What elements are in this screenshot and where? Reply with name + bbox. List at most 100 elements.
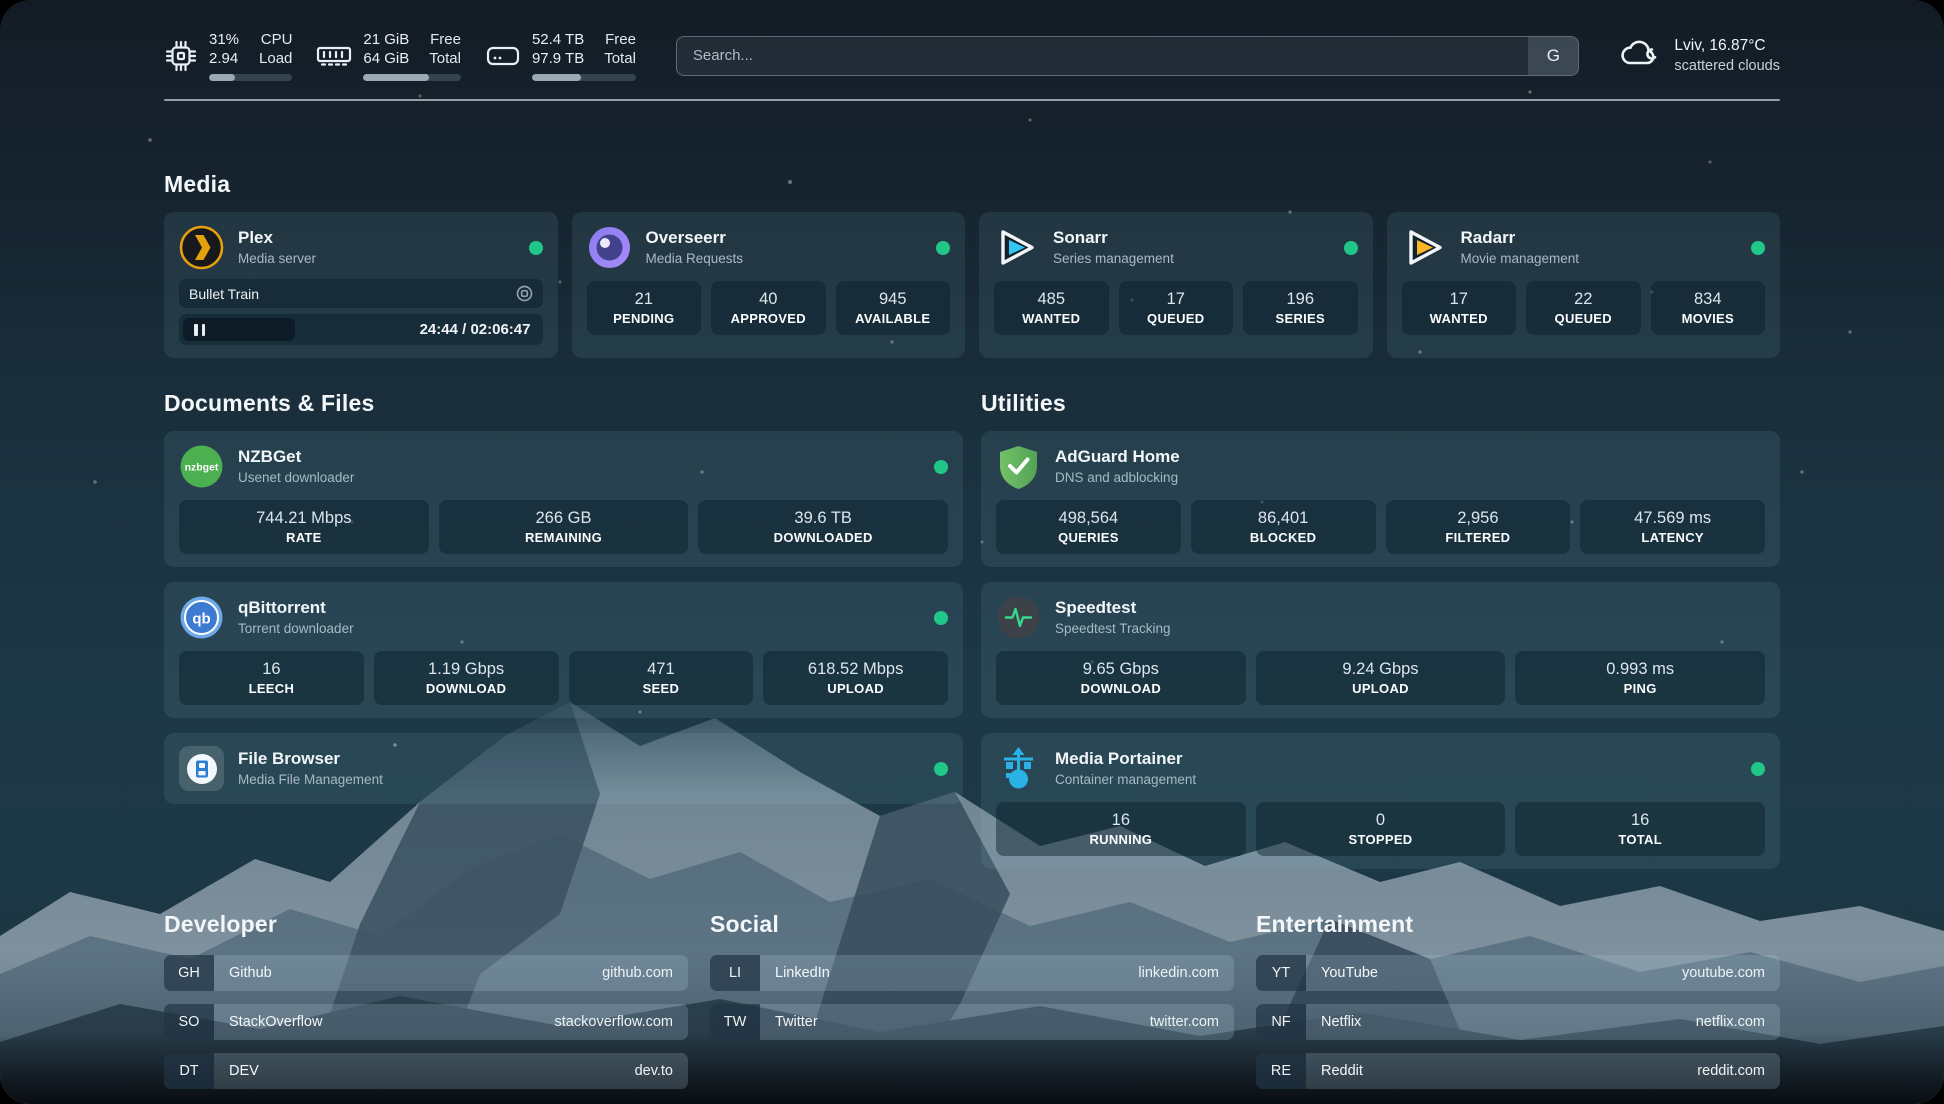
stat-ping: 0.993 ms PING — [1515, 651, 1765, 705]
disk-free-value: 52.4 TB — [532, 30, 584, 49]
bookmark-url: stackoverflow.com — [555, 1014, 688, 1030]
service-subtitle: DNS and adblocking — [1055, 469, 1180, 486]
bookmark-youtube[interactable]: YT YouTube youtube.com — [1256, 955, 1780, 991]
svg-text:qb: qb — [192, 611, 210, 628]
bookmark-abbr: SO — [164, 1004, 214, 1040]
stat-blocked: 86,401 BLOCKED — [1191, 500, 1376, 554]
bookmark-group-title: Social — [710, 911, 1234, 938]
svg-text:nzbget: nzbget — [185, 462, 219, 474]
section-title-utilities: Utilities — [981, 390, 1780, 417]
section-title-documents: Documents & Files — [164, 390, 963, 417]
memory-label-top: Free — [430, 30, 461, 49]
service-name: Plex — [238, 228, 316, 248]
dashboard-screen: 31% 2.94 CPU Load — [0, 0, 1944, 1104]
stat-queued: 17 QUEUED — [1119, 281, 1234, 335]
bookmark-abbr: YT — [1256, 955, 1306, 991]
service-card-portainer[interactable]: Media Portainer Container management 16 … — [981, 733, 1780, 869]
stat-queued: 22 QUEUED — [1526, 281, 1641, 335]
utilities-column: Utilities — [981, 390, 1780, 869]
status-dot — [529, 241, 543, 255]
adguard-shield-icon — [996, 444, 1041, 489]
bookmark-group-entertainment: Entertainment YT YouTube youtube.com NF … — [1256, 911, 1780, 1102]
service-name: NZBGet — [238, 447, 354, 467]
bookmark-abbr: NF — [1256, 1004, 1306, 1040]
bookmark-name: DEV — [214, 1063, 259, 1079]
cloud-icon — [1619, 36, 1661, 75]
service-name: Sonarr — [1053, 228, 1174, 248]
search-input[interactable] — [676, 36, 1580, 76]
bookmark-name: Twitter — [760, 1014, 818, 1030]
service-card-speedtest[interactable]: Speedtest Speedtest Tracking 9.65 Gbps D… — [981, 582, 1780, 718]
bookmark-netflix[interactable]: NF Netflix netflix.com — [1256, 1004, 1780, 1040]
bookmark-name: LinkedIn — [760, 965, 830, 981]
service-name: AdGuard Home — [1055, 447, 1180, 467]
overseerr-logo-icon — [587, 225, 632, 270]
status-dot — [1751, 762, 1765, 776]
memory-free-value: 21 GiB — [363, 30, 409, 49]
portainer-logo-icon — [996, 746, 1041, 791]
stat-download: 9.65 Gbps DOWNLOAD — [996, 651, 1246, 705]
search-bar: G — [676, 36, 1580, 76]
bookmark-abbr: DT — [164, 1053, 214, 1089]
service-card-nzbget[interactable]: nzbget NZBGet Usenet downloader 74 — [164, 431, 963, 567]
stat-total: 16 TOTAL — [1515, 802, 1765, 856]
ram-icon — [316, 43, 352, 69]
stat-downloaded: 39.6 TB DOWNLOADED — [698, 500, 948, 554]
filebrowser-logo-icon — [179, 746, 224, 791]
memory-monitor: 21 GiB 64 GiB Free Total — [316, 30, 461, 81]
service-subtitle: Media Requests — [646, 250, 744, 267]
stat-movies: 834 MOVIES — [1651, 281, 1766, 335]
bookmark-group-developer: Developer GH Github github.com SO StackO… — [164, 911, 688, 1102]
bookmark-abbr: GH — [164, 955, 214, 991]
bookmark-twitter[interactable]: TW Twitter twitter.com — [710, 1004, 1234, 1040]
cpu-label-bottom: Load — [259, 49, 292, 68]
bookmark-github[interactable]: GH Github github.com — [164, 955, 688, 991]
disk-label-bottom: Total — [604, 49, 636, 68]
weather-condition: scattered clouds — [1674, 56, 1780, 76]
service-name: Overseerr — [646, 228, 744, 248]
google-search-button[interactable]: G — [1528, 37, 1578, 75]
status-dot — [936, 241, 950, 255]
service-card-plex[interactable]: Plex Media server Bullet Train — [164, 212, 558, 358]
stat-running: 16 RUNNING — [996, 802, 1246, 856]
bookmark-reddit[interactable]: RE Reddit reddit.com — [1256, 1053, 1780, 1089]
service-card-filebrowser[interactable]: File Browser Media File Management — [164, 733, 963, 804]
bookmark-linkedin[interactable]: LI LinkedIn linkedin.com — [710, 955, 1234, 991]
sonarr-logo-icon — [994, 225, 1039, 270]
bookmark-dev[interactable]: DT DEV dev.to — [164, 1053, 688, 1089]
stat-stopped: 0 STOPPED — [1256, 802, 1506, 856]
speedtest-pulse-icon — [996, 595, 1041, 640]
header-divider — [164, 99, 1780, 101]
pause-button[interactable] — [183, 318, 295, 341]
cpu-label-top: CPU — [261, 30, 293, 49]
service-subtitle: Container management — [1055, 771, 1196, 788]
top-bar: 31% 2.94 CPU Load — [164, 30, 1780, 81]
service-card-qbittorrent[interactable]: qb qBittorrent Torrent downloader — [164, 582, 963, 718]
media-grid: Plex Media server Bullet Train — [164, 212, 1780, 358]
section-title-media: Media — [164, 171, 1780, 198]
bookmark-stackoverflow[interactable]: SO StackOverflow stackoverflow.com — [164, 1004, 688, 1040]
stat-seed: 471 SEED — [569, 651, 754, 705]
bookmark-url: reddit.com — [1697, 1063, 1780, 1079]
playback-time: 24:44 / 02:06:47 — [420, 321, 531, 338]
stat-upload: 9.24 Gbps UPLOAD — [1256, 651, 1506, 705]
stat-series: 196 SERIES — [1243, 281, 1358, 335]
stat-latency: 47.569 ms LATENCY — [1580, 500, 1765, 554]
cpu-chip-icon — [164, 39, 198, 73]
bookmark-url: twitter.com — [1150, 1014, 1234, 1030]
now-playing-title: Bullet Train — [189, 286, 259, 302]
disk-progress-bar — [532, 74, 636, 81]
service-card-sonarr[interactable]: Sonarr Series management 485 WANTED 17 Q… — [979, 212, 1373, 358]
cpu-monitor: 31% 2.94 CPU Load — [164, 30, 292, 81]
bookmark-abbr: RE — [1256, 1053, 1306, 1089]
service-name: File Browser — [238, 749, 383, 769]
camera-icon — [516, 285, 533, 302]
service-card-overseerr[interactable]: Overseerr Media Requests 21 PENDING 40 A… — [572, 212, 966, 358]
documents-column: Documents & Files nzbget — [164, 390, 963, 869]
service-subtitle: Media File Management — [238, 771, 383, 788]
service-card-radarr[interactable]: Radarr Movie management 17 WANTED 22 QUE… — [1387, 212, 1781, 358]
service-name: Speedtest — [1055, 598, 1171, 618]
bookmark-name: Reddit — [1306, 1063, 1363, 1079]
bookmark-group-title: Entertainment — [1256, 911, 1780, 938]
service-card-adguard[interactable]: AdGuard Home DNS and adblocking 498,564 … — [981, 431, 1780, 567]
